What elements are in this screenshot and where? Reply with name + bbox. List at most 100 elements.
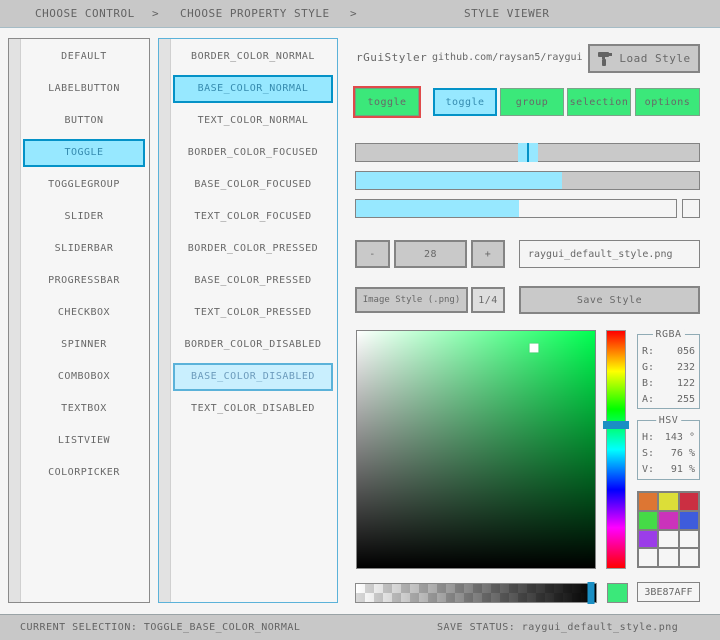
rgba-g-value: 232	[677, 360, 695, 376]
hue-handle[interactable]	[603, 421, 629, 429]
demo-togglegroup-item-toggle[interactable]: toggle	[433, 88, 497, 116]
ratio-label[interactable]: 1/4	[471, 287, 505, 313]
hsv-v-label: V:	[642, 462, 654, 478]
breadcrumb-choose-control: CHOOSE CONTROL	[35, 0, 135, 27]
control-item-checkbox[interactable]: CHECKBOX	[23, 299, 145, 327]
breadcrumb-separator: >	[152, 0, 159, 27]
color-swatch[interactable]	[639, 493, 657, 510]
hue-slider[interactable]	[606, 330, 626, 569]
demo-togglegroup-item-selection[interactable]: selection	[567, 88, 631, 116]
demo-togglegroup-item-group[interactable]: group	[500, 88, 564, 116]
breadcrumb-separator: >	[350, 0, 357, 27]
hsv-h-value: 143 °	[665, 430, 695, 446]
rgba-r-label: R:	[642, 344, 654, 360]
rgba-r-value: 056	[677, 344, 695, 360]
color-swatch[interactable]	[680, 493, 698, 510]
hsv-s-label: S:	[642, 446, 654, 462]
color-swatch[interactable]	[659, 512, 677, 529]
rgba-title: RGBA	[652, 329, 684, 340]
control-item-textbox[interactable]: TEXTBOX	[23, 395, 145, 423]
rgba-a-value: 255	[677, 392, 695, 408]
progressbar-fill	[356, 200, 519, 217]
control-item-togglegroup[interactable]: TOGGLEGROUP	[23, 171, 145, 199]
control-item-default[interactable]: DEFAULT	[23, 43, 145, 71]
current-color-swatch	[607, 583, 628, 603]
save-status: SAVE STATUS: raygui_default_style.png	[437, 615, 678, 640]
property-item-text-color-normal[interactable]: TEXT_COLOR_NORMAL	[173, 107, 333, 135]
property-item-text-color-focused[interactable]: TEXT_COLOR_FOCUSED	[173, 203, 333, 231]
demo-sliderbar[interactable]	[355, 171, 700, 190]
color-swatch[interactable]	[680, 531, 698, 548]
property-item-text-color-disabled[interactable]: TEXT_COLOR_DISABLED	[173, 395, 333, 423]
color-swatch[interactable]	[639, 512, 657, 529]
control-item-colorpicker[interactable]: COLORPICKER	[23, 459, 145, 487]
control-item-button[interactable]: BUTTON	[23, 107, 145, 135]
demo-checkbox[interactable]	[682, 199, 700, 218]
controls-list-panel: DEFAULT LABELBUTTON BUTTON TOGGLE TOGGLE…	[8, 38, 150, 603]
property-item-base-color-pressed[interactable]: BASE_COLOR_PRESSED	[173, 267, 333, 295]
filename-input[interactable]	[519, 240, 700, 268]
property-item-base-color-normal[interactable]: BASE_COLOR_NORMAL	[173, 75, 333, 103]
control-item-spinner[interactable]: SPINNER	[23, 331, 145, 359]
hsv-title: HSV	[656, 415, 682, 426]
header-bar: CHOOSE CONTROL > CHOOSE PROPERTY STYLE >…	[0, 0, 720, 28]
property-item-border-color-disabled[interactable]: BORDER_COLOR_DISABLED	[173, 331, 333, 359]
color-swatch[interactable]	[659, 531, 677, 548]
property-item-border-color-normal[interactable]: BORDER_COLOR_NORMAL	[173, 43, 333, 71]
demo-progressbar	[355, 199, 677, 218]
control-item-progressbar[interactable]: PROGRESSBAR	[23, 267, 145, 295]
color-swatch-grid	[637, 491, 700, 568]
property-item-base-color-focused[interactable]: BASE_COLOR_FOCUSED	[173, 171, 333, 199]
saturation-value-square[interactable]	[356, 330, 596, 569]
load-style-label: Load Style	[619, 52, 690, 65]
image-style-button[interactable]: Image Style (.png)	[355, 287, 468, 313]
slider-handle[interactable]	[518, 143, 538, 162]
color-swatch[interactable]	[639, 549, 657, 566]
repo-label: github.com/raysan5/raygui	[432, 52, 583, 63]
demo-togglegroup-item-options[interactable]: options	[635, 88, 700, 116]
color-swatch[interactable]	[680, 512, 698, 529]
control-item-toggle[interactable]: TOGGLE	[23, 139, 145, 167]
control-item-labelbutton[interactable]: LABELBUTTON	[23, 75, 145, 103]
paint-roller-icon	[597, 51, 613, 67]
demo-slider[interactable]	[355, 143, 700, 162]
spinner-value[interactable]: 28	[394, 240, 467, 268]
breadcrumb-choose-property-style: CHOOSE PROPERTY STYLE	[180, 0, 330, 27]
save-style-button[interactable]: Save Style	[519, 286, 700, 314]
color-swatch[interactable]	[639, 531, 657, 548]
rgba-b-value: 122	[677, 376, 695, 392]
app-title: rGuiStyler	[356, 51, 427, 64]
property-item-border-color-pressed[interactable]: BORDER_COLOR_PRESSED	[173, 235, 333, 263]
color-swatch[interactable]	[659, 493, 677, 510]
color-swatch[interactable]	[680, 549, 698, 566]
control-item-slider[interactable]: SLIDER	[23, 203, 145, 231]
hsv-s-value: 76 %	[671, 446, 695, 462]
hsv-v-value: 91 %	[671, 462, 695, 478]
spinner-plus-button[interactable]: +	[471, 240, 505, 268]
control-item-sliderbar[interactable]: SLIDERBAR	[23, 235, 145, 263]
property-item-base-color-disabled[interactable]: BASE_COLOR_DISABLED	[173, 363, 333, 391]
spinner-minus-button[interactable]: -	[355, 240, 390, 268]
sliderbar-fill	[356, 172, 562, 189]
property-item-border-color-focused[interactable]: BORDER_COLOR_FOCUSED	[173, 139, 333, 167]
control-item-listview[interactable]: LISTVIEW	[23, 427, 145, 455]
controls-list-scrollbar[interactable]	[9, 39, 21, 602]
properties-list-panel: BORDER_COLOR_NORMAL BASE_COLOR_NORMAL TE…	[158, 38, 338, 603]
rgba-groupbox: RGBA R:056 G:232 B:122 A:255	[637, 334, 700, 409]
alpha-handle[interactable]	[588, 582, 595, 604]
properties-list-scrollbar[interactable]	[159, 39, 171, 602]
hex-value-input[interactable]	[637, 582, 700, 602]
color-cursor[interactable]	[530, 343, 539, 352]
color-swatch[interactable]	[659, 549, 677, 566]
status-bar: CURRENT SELECTION: TOGGLE_BASE_COLOR_NOR…	[0, 614, 720, 640]
rgba-b-label: B:	[642, 376, 654, 392]
alpha-slider[interactable]	[355, 583, 597, 603]
control-item-combobox[interactable]: COMBOBOX	[23, 363, 145, 391]
demo-toggle-edited[interactable]: toggle	[355, 88, 419, 116]
load-style-button[interactable]: Load Style	[588, 44, 700, 73]
property-item-text-color-pressed[interactable]: TEXT_COLOR_PRESSED	[173, 299, 333, 327]
breadcrumb-style-viewer: STYLE VIEWER	[464, 0, 549, 27]
rgba-g-label: G:	[642, 360, 654, 376]
current-selection-status: CURRENT SELECTION: TOGGLE_BASE_COLOR_NOR…	[20, 615, 300, 640]
hsv-h-label: H:	[642, 430, 654, 446]
